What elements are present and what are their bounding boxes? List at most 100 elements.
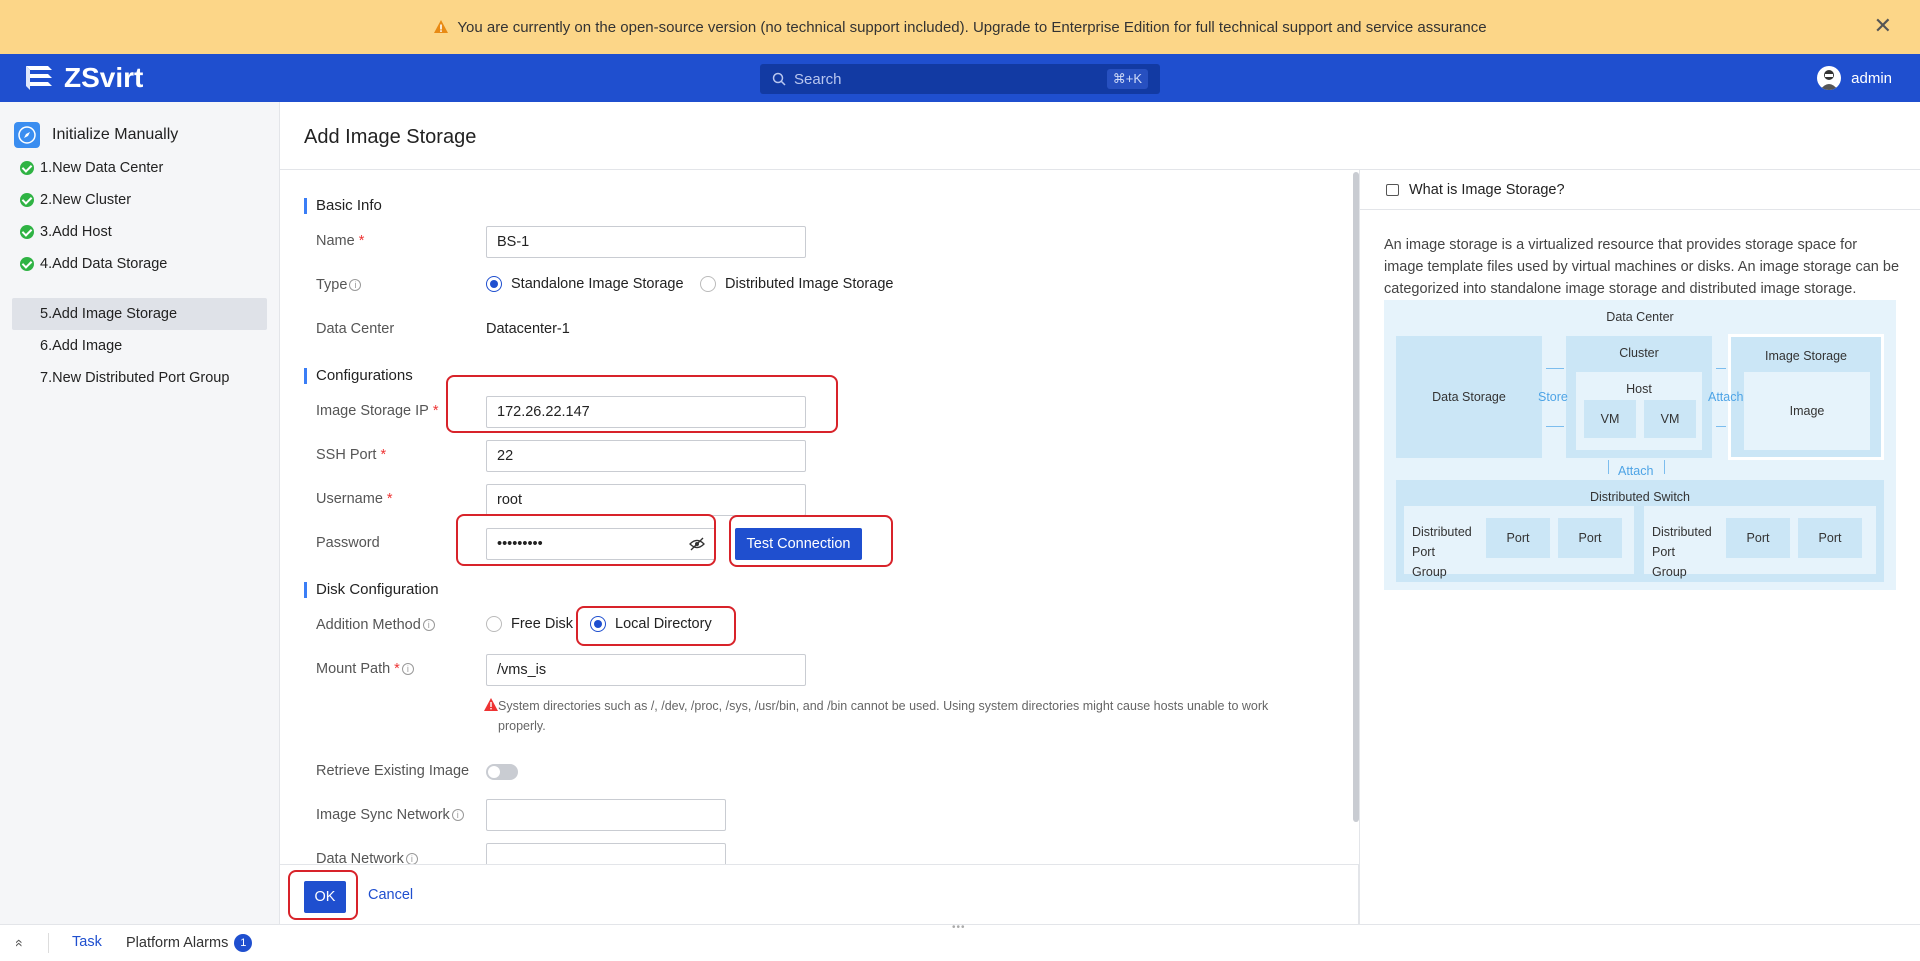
test-connection-button[interactable]: Test Connection [735,528,862,560]
info-icon: i [405,853,418,864]
step-label: 7.New Distributed Port Group [40,370,230,386]
type-label: Type i [316,277,362,293]
ssh-port-input[interactable]: 22 [486,440,806,472]
data-network-select[interactable] [486,843,726,864]
arrow [1546,368,1564,369]
step-new-data-center[interactable]: 1.New Data Center [12,152,267,184]
ssh-port-label: SSH Port * [316,447,387,463]
step-add-data-storage[interactable]: 4.Add Data Storage [12,248,267,280]
platform-alarms-link[interactable]: Platform Alarms 1 [126,934,253,952]
warning-icon [434,20,449,33]
wizard-sidebar: Initialize Manually 1.New Data Center 2.… [0,102,280,924]
diagram-dpg-label: Distributed Port Group [1652,525,1712,579]
form-actions: OK Cancel [280,864,1359,924]
step-add-image[interactable]: 6.Add Image [12,330,267,362]
step-add-host[interactable]: 3.Add Host [12,216,267,248]
top-header: ZSvirt Search ⌘+K admin [0,54,1920,102]
expand-up-icon[interactable]: « [12,939,28,947]
help-header: What is Image Storage? [1360,170,1920,210]
check-circle-icon [20,161,34,175]
diagram-port: Port [1486,518,1550,558]
brand-logo[interactable]: ZSvirt [22,62,143,94]
radio-unchecked-icon [700,276,716,292]
diagram-port: Port [1798,518,1862,558]
step-new-distributed-port-group[interactable]: 7.New Distributed Port Group [12,362,267,394]
section-configurations: Configurations [304,368,413,384]
close-icon[interactable]: ✕ [1874,15,1892,37]
diagram-attach-label: Attach [1708,390,1744,404]
retrieve-existing-toggle[interactable] [486,764,518,780]
bottom-bar: ••• « Task Platform Alarms 1 [0,922,1920,961]
wizard-title: Initialize Manually [14,122,178,148]
user-menu[interactable]: admin [1817,66,1892,90]
step-label: 4.Add Data Storage [40,256,168,272]
page-title: Add Image Storage [280,102,1920,170]
image-sync-network-select[interactable] [486,799,726,831]
retrieve-existing-label: Retrieve Existing Image [316,763,470,779]
step-label: 2.New Cluster [40,192,132,208]
arrow [1546,426,1564,427]
user-name: admin [1851,69,1892,87]
radio-checked-icon [486,276,502,292]
mount-path-input[interactable]: /vms_is [486,654,806,686]
section-disk-configuration: Disk Configuration [304,582,439,598]
resize-handle[interactable]: ••• [952,922,966,933]
diagram-vm: VM [1584,400,1636,438]
type-standalone-radio[interactable]: Standalone Image Storage [486,276,684,292]
arrow [1608,460,1609,474]
data-network-label: Data Network i [316,851,418,864]
divider [48,933,49,953]
diagram-data-center: Data Center [1606,310,1674,324]
help-panel: What is Image Storage? An image storage … [1359,170,1920,924]
step-label: 6.Add Image [40,338,123,354]
check-circle-icon [20,193,34,207]
datacenter-label: Data Center [316,321,395,337]
help-title: What is Image Storage? [1409,181,1565,198]
arrow [1716,368,1726,369]
info-icon: i [451,809,464,822]
search-input[interactable]: Search [794,71,842,88]
check-circle-icon [20,257,34,271]
username-input[interactable]: root [486,484,806,516]
task-link[interactable]: Task [72,934,102,950]
name-input[interactable]: BS-1 [486,226,806,258]
avatar-icon [1820,70,1839,90]
addition-local-directory-radio[interactable]: Local Directory [590,616,712,632]
ip-input[interactable]: 172.26.22.147 [486,396,806,428]
section-basic-info: Basic Info [304,198,382,214]
info-icon: i [422,619,435,632]
avatar [1817,66,1842,90]
username-label: Username * [316,491,393,507]
upgrade-banner: You are currently on the open-source ver… [0,0,1920,54]
password-value: ••••••••• [497,536,543,552]
banner-message: You are currently on the open-source ver… [457,18,1487,36]
password-input[interactable]: ••••••••• [486,528,716,560]
diagram-port: Port [1726,518,1790,558]
wizard-title-text: Initialize Manually [52,126,179,143]
mount-path-label: Mount Path * i [316,661,414,677]
help-description: An image storage is a virtualized resour… [1384,237,1900,297]
step-new-cluster[interactable]: 2.New Cluster [12,184,267,216]
ok-button[interactable]: OK [304,881,346,913]
addition-free-disk-radio[interactable]: Free Disk [486,616,573,632]
arrow [1664,460,1665,474]
cancel-button[interactable]: Cancel [368,887,413,903]
name-label: Name * [316,233,365,249]
step-label: 1.New Data Center [40,160,164,176]
step-label: 3.Add Host [40,224,112,240]
eye-off-icon[interactable] [689,537,705,551]
radio-checked-icon [590,616,606,632]
brand-name: ZSvirt [64,62,144,93]
type-distributed-radio[interactable]: Distributed Image Storage [700,276,893,292]
diagram-port: Port [1558,518,1622,558]
diagram-vm: VM [1644,400,1696,438]
password-label: Password [316,535,380,551]
alarm-count-badge: 1 [234,934,253,952]
info-icon: i [401,663,414,676]
step-label: 5.Add Image Storage [40,306,178,322]
addition-method-label: Addition Method i [316,617,435,633]
arrow [1716,426,1726,427]
step-add-image-storage[interactable]: 5.Add Image Storage [12,298,267,330]
search-box[interactable]: Search ⌘+K [760,64,1160,94]
diagram-dpg-label: Distributed Port Group [1412,525,1472,579]
